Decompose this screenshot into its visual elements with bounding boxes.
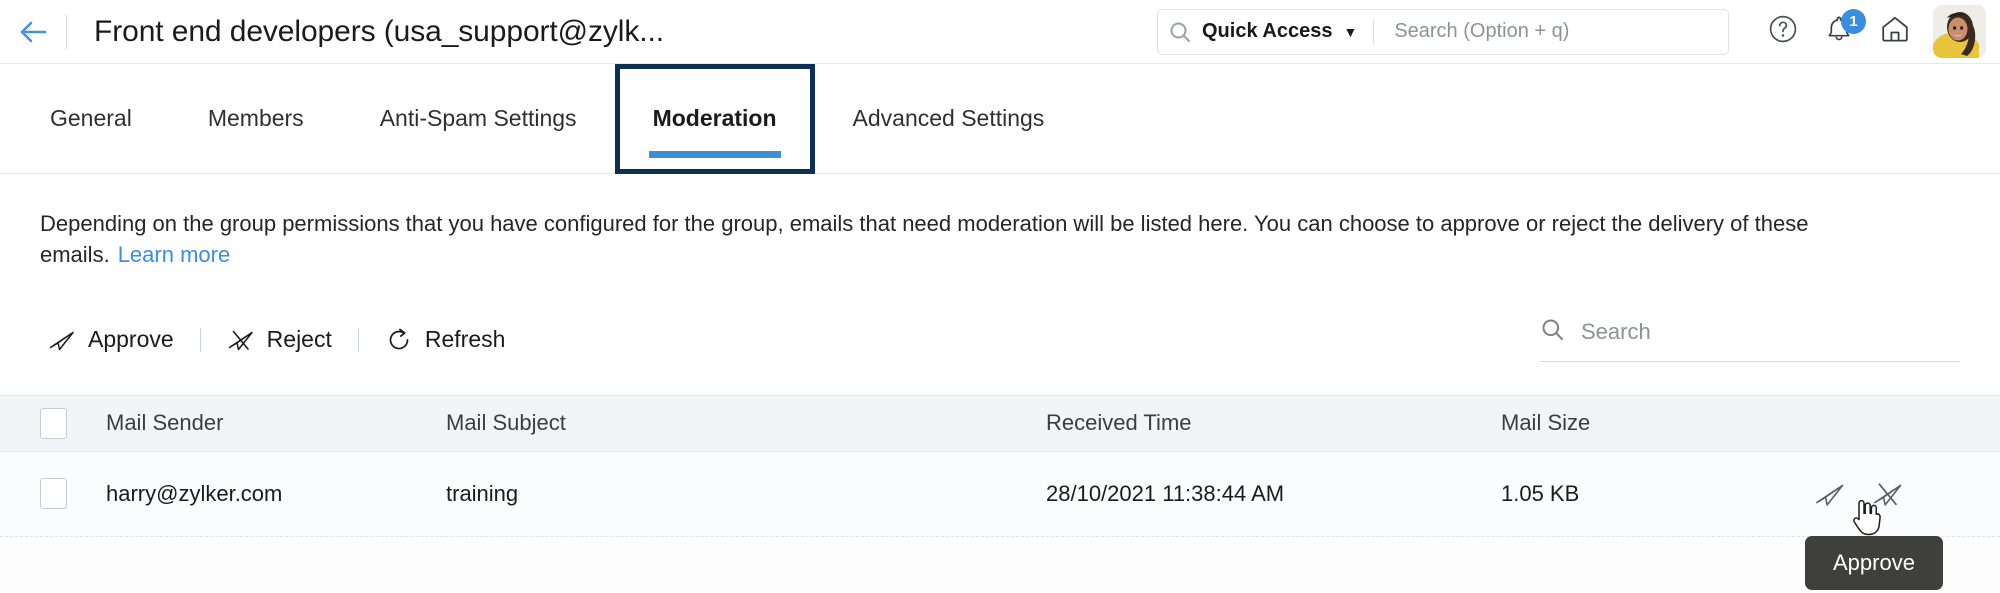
arrow-left-icon (16, 15, 50, 49)
table-header-row: Mail Sender Mail Subject Received Time M… (0, 396, 2000, 452)
refresh-button[interactable]: Refresh (385, 326, 506, 354)
global-search-input[interactable] (1374, 20, 1728, 43)
row-checkbox[interactable] (40, 478, 67, 509)
cell-received-time: 28/10/2021 11:38:44 AM (1046, 481, 1501, 507)
cell-mail-sender: harry@zylker.com (106, 481, 446, 507)
avatar[interactable] (1933, 5, 1986, 58)
help-button[interactable] (1755, 0, 1811, 64)
quick-access-label[interactable]: Quick Access (1202, 20, 1332, 43)
search-icon (1540, 317, 1565, 347)
refresh-icon (385, 326, 413, 354)
notifications-button[interactable]: 1 (1811, 0, 1867, 64)
row-actions (1801, 477, 2000, 511)
tab-label: Members (208, 105, 304, 132)
chevron-down-icon[interactable]: ▼ (1343, 25, 1357, 39)
app-header: Front end developers (usa_support@zylk..… (0, 0, 2000, 64)
cell-mail-size: 1.05 KB (1501, 481, 1801, 507)
search-icon (1158, 20, 1202, 44)
table-search (1540, 317, 1960, 362)
home-button[interactable] (1867, 0, 1923, 64)
tab-general[interactable]: General (12, 64, 170, 174)
tab-label: General (50, 105, 132, 132)
cell-mail-subject: training (446, 481, 1046, 507)
reject-button[interactable]: Reject (227, 326, 332, 354)
tab-label: Advanced Settings (853, 105, 1045, 132)
app-root: Front end developers (usa_support@zylk..… (0, 0, 2000, 593)
table-search-input[interactable] (1581, 319, 1960, 345)
tab-advanced-settings[interactable]: Advanced Settings (815, 64, 1083, 174)
description-text: Depending on the group permissions that … (40, 211, 1808, 267)
send-icon (48, 326, 76, 354)
reject-label: Reject (267, 326, 332, 353)
active-tab-underline (649, 151, 781, 158)
select-all-cell (0, 408, 106, 439)
column-header-mail-size[interactable]: Mail Size (1501, 410, 1801, 436)
moderation-table: Mail Sender Mail Subject Received Time M… (0, 395, 2000, 537)
column-header-mail-sender[interactable]: Mail Sender (106, 410, 446, 436)
send-slash-icon (227, 326, 255, 354)
tooltip-approve: Approve (1805, 536, 1943, 590)
tab-anti-spam-settings[interactable]: Anti-Spam Settings (342, 64, 615, 174)
column-header-received-time[interactable]: Received Time (1046, 410, 1501, 436)
select-all-checkbox[interactable] (40, 408, 67, 439)
column-header-mail-subject[interactable]: Mail Subject (446, 410, 1046, 436)
notification-badge: 1 (1841, 9, 1866, 34)
refresh-label: Refresh (425, 326, 506, 353)
learn-more-link[interactable]: Learn more (118, 242, 231, 267)
tab-label: Moderation (653, 105, 777, 132)
table-empty-space (0, 541, 2000, 593)
moderation-toolbar: Approve Reject Refresh (0, 307, 2000, 373)
approve-button[interactable]: Approve (48, 326, 174, 354)
home-icon (1879, 13, 1911, 50)
toolbar-separator (200, 328, 201, 352)
back-button[interactable] (0, 0, 66, 64)
tab-moderation[interactable]: Moderation (615, 64, 815, 174)
toolbar-separator (358, 328, 359, 352)
tab-label: Anti-Spam Settings (380, 105, 577, 132)
approve-label: Approve (88, 326, 174, 353)
tab-members[interactable]: Members (170, 64, 342, 174)
row-reject-button[interactable] (1871, 477, 1905, 511)
global-search-bar: Quick Access ▼ (1157, 9, 1729, 55)
help-circle-icon (1768, 14, 1798, 49)
row-select-cell (0, 478, 106, 509)
settings-tabbar: General Members Anti-Spam Settings Moder… (0, 64, 2000, 174)
page-title: Front end developers (usa_support@zylk..… (67, 15, 664, 49)
table-row[interactable]: harry@zylker.com training 28/10/2021 11:… (0, 452, 2000, 537)
row-approve-button[interactable] (1813, 477, 1847, 511)
moderation-description: Depending on the group permissions that … (0, 174, 1980, 271)
